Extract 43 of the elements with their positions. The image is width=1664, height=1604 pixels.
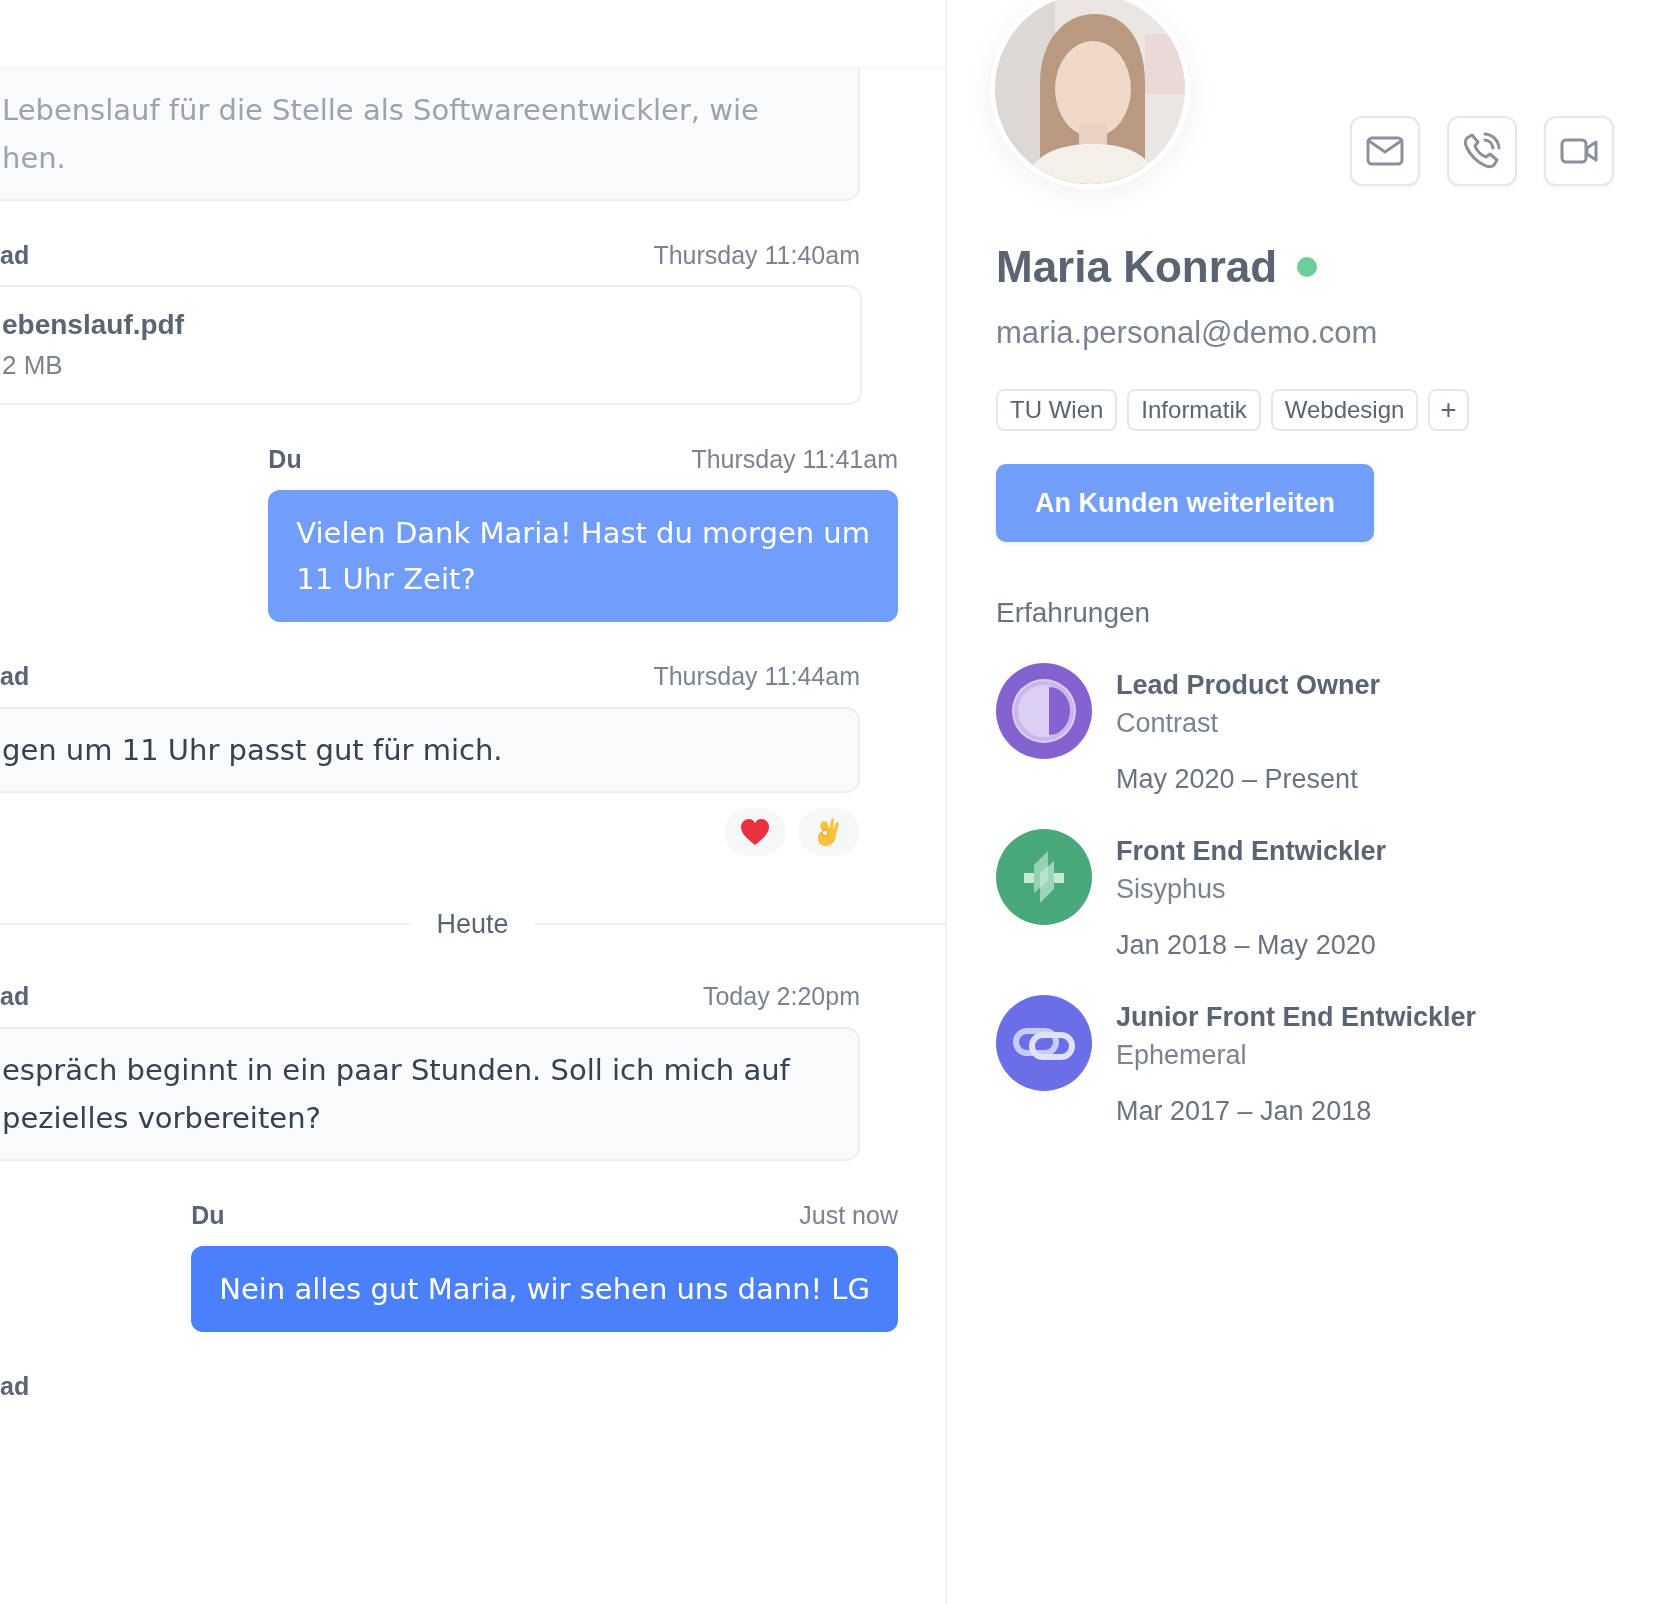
- message-bubble: Lebenslauf für die Stelle als Softwareentwickler, wie hen.: [0, 68, 860, 201]
- job-period: Jan 2018 – May 2020: [1116, 929, 1377, 962]
- message-time: Just now: [799, 1200, 898, 1230]
- message-bubble: Vielen Dank Maria! Hast du morgen um 11 Uhr Zeit?: [268, 490, 898, 622]
- contact-email: maria.personal@demo.com: [996, 314, 1379, 352]
- tag: TU Wien: [996, 389, 1118, 431]
- job-title: Lead Product Owner: [1116, 669, 1381, 702]
- heart-icon: [740, 818, 770, 846]
- add-tag-button[interactable]: +: [1428, 389, 1469, 431]
- job-period: May 2020 – Present: [1116, 763, 1359, 796]
- job-period: Mar 2017 – Jan 2018: [1116, 1095, 1373, 1128]
- message-bubble: Nein alles gut Maria, wir sehen uns dann! LG: [191, 1246, 898, 1332]
- section-heading: Erfahrungen: [996, 596, 1152, 630]
- tag: Webdesign: [1270, 389, 1419, 431]
- message-time: Today 2:20pm: [702, 981, 860, 1011]
- phone-icon: [1463, 132, 1501, 170]
- sender-name: ad: [0, 661, 30, 691]
- message-bubble: gen um 11 Uhr passt gut für mich.: [0, 707, 860, 793]
- mail-icon: [1366, 136, 1404, 166]
- company-name: Ephemeral: [1116, 1039, 1248, 1072]
- sender-name: ad: [0, 1371, 30, 1401]
- message-time: Thursday 11:44am: [653, 661, 860, 691]
- video-call-button[interactable]: [1544, 116, 1614, 186]
- sender-name: Du: [268, 444, 302, 474]
- contact-name: Maria Konrad: [996, 242, 1278, 292]
- email-button[interactable]: [1350, 116, 1420, 186]
- company-name: Contrast: [1116, 707, 1220, 740]
- call-button[interactable]: [1447, 116, 1517, 186]
- message-time: Thursday 11:41am: [691, 444, 898, 474]
- sender-name: ad: [0, 981, 30, 1011]
- video-camera-icon: [1560, 137, 1598, 165]
- reaction-button[interactable]: [724, 808, 786, 856]
- company-name: Sisyphus: [1116, 873, 1227, 906]
- date-divider: Heute: [435, 908, 510, 940]
- job-title: Junior Front End Entwickler: [1116, 1001, 1477, 1034]
- file-size: 2 MB: [2, 349, 64, 382]
- job-title: Front End Entwickler: [1116, 835, 1387, 868]
- message-bubble: espräch beginnt in ein paar Stunden. Soll ich mich auf pezielles vorbereiten?: [0, 1027, 860, 1161]
- sender-name: ad: [0, 240, 30, 270]
- file-name: ebenslauf.pdf: [2, 308, 185, 342]
- message-time: Thursday 11:40am: [653, 240, 860, 270]
- sender-name: Du: [191, 1200, 225, 1230]
- tag: Informatik: [1127, 389, 1261, 431]
